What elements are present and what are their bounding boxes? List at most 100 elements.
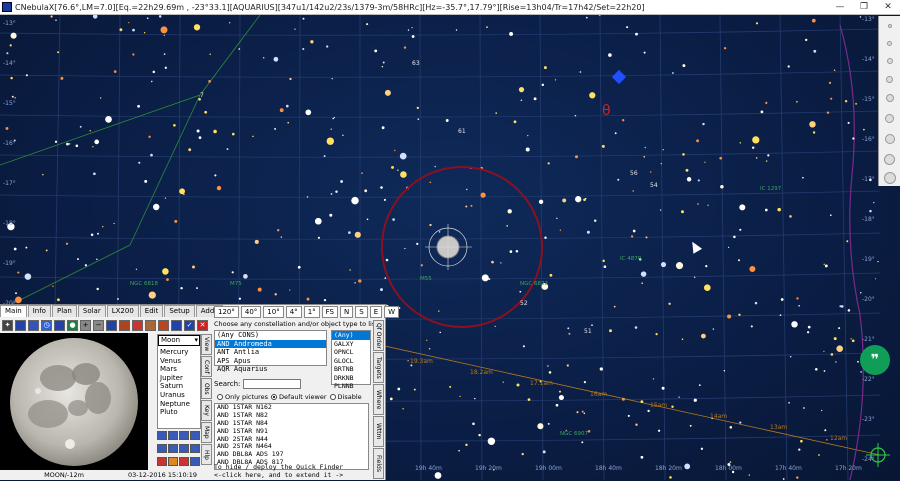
zoom-in-icon[interactable]: +: [80, 319, 91, 331]
tab-solar[interactable]: Solar: [77, 305, 106, 317]
tab-plan[interactable]: Plan: [51, 305, 77, 317]
chat-bubble-icon[interactable]: ❞: [860, 345, 890, 375]
zoom-out-icon[interactable]: −: [93, 319, 104, 331]
type-icon[interactable]: [179, 457, 189, 466]
book-icon[interactable]: [145, 319, 156, 331]
planet-item-jupiter[interactable]: Jupiter: [158, 374, 200, 383]
print-icon[interactable]: [158, 319, 169, 331]
type-item[interactable]: BRTNB: [332, 365, 370, 374]
planet-item-neptune[interactable]: Neptune: [158, 400, 200, 409]
tab-edit[interactable]: Edit: [139, 305, 164, 317]
chart-icon[interactable]: [15, 319, 26, 331]
map-icon[interactable]: [54, 319, 65, 331]
tab-setup[interactable]: Setup: [164, 305, 195, 317]
tab-main[interactable]: Main: [0, 305, 27, 317]
fov-button[interactable]: E: [369, 306, 383, 318]
pin-icon[interactable]: ✦: [2, 319, 13, 331]
disable-radio[interactable]: [329, 394, 336, 400]
minimize-button[interactable]: —: [828, 2, 852, 12]
mag-dot-icon[interactable]: [884, 172, 896, 184]
constellation-item[interactable]: AND Andromeda: [215, 339, 326, 348]
planet-select[interactable]: Moon: [158, 335, 200, 346]
nebula-marker[interactable]: θ: [602, 103, 611, 119]
mag-dot-icon[interactable]: [886, 94, 894, 102]
type-item[interactable]: (Any): [332, 331, 370, 340]
fov-button[interactable]: 1°: [303, 306, 320, 318]
type-icon[interactable]: [179, 431, 189, 440]
fov-button[interactable]: N: [340, 306, 354, 318]
type-icon[interactable]: [168, 444, 178, 453]
constellation-item[interactable]: AQR Aquarius: [215, 365, 326, 374]
type-icon[interactable]: [190, 444, 200, 453]
app-icon[interactable]: [2, 2, 12, 12]
type-item[interactable]: GLOCL: [332, 357, 370, 366]
mag-dot-icon[interactable]: [887, 41, 892, 46]
planet-list[interactable]: Moon MercuryVenusMarsJupiterSaturnUranus…: [157, 334, 201, 429]
side-tab-right[interactable]: Qf Order: [373, 320, 384, 351]
camera-icon[interactable]: [119, 319, 130, 331]
type-icon[interactable]: [157, 431, 167, 440]
check-icon[interactable]: ✓: [184, 319, 195, 331]
clock-icon[interactable]: ◷: [41, 319, 52, 331]
default-viewer-radio[interactable]: [271, 394, 278, 400]
type-icon[interactable]: [190, 431, 200, 440]
save-icon[interactable]: [171, 319, 182, 331]
close-icon[interactable]: ✕: [197, 319, 208, 331]
globe-icon[interactable]: ●: [67, 319, 78, 331]
type-item[interactable]: PLNNB: [332, 382, 370, 391]
planet-item-saturn[interactable]: Saturn: [158, 382, 200, 391]
type-icon[interactable]: [157, 457, 167, 466]
mag-dot-icon[interactable]: [884, 154, 895, 165]
side-tab-right[interactable]: Wttm: [373, 416, 384, 447]
mag-dot-icon[interactable]: [885, 134, 895, 144]
tab-lx200[interactable]: LX200: [106, 305, 139, 317]
maximize-button[interactable]: ❐: [852, 2, 876, 12]
side-tab-conf[interactable]: Conf: [201, 356, 212, 377]
galaxy-marker[interactable]: [611, 69, 627, 85]
type-icon[interactable]: [168, 457, 178, 466]
fov-button[interactable]: 10°: [263, 306, 284, 318]
close-button[interactable]: ✕: [876, 2, 900, 12]
mag-dot-icon[interactable]: [885, 114, 894, 123]
grid-icon[interactable]: [28, 319, 39, 331]
results-list[interactable]: AND 1STAR N162 AND 1STAR N82 AND 1STAR N84…: [214, 403, 369, 470]
side-tab-hlp[interactable]: Hlp: [201, 444, 212, 465]
mag-dot-icon[interactable]: [887, 58, 893, 64]
type-item[interactable]: DRKNB: [332, 374, 370, 383]
tab-info[interactable]: Info: [27, 305, 51, 317]
fov-button[interactable]: W: [384, 306, 400, 318]
fov-button[interactable]: 120°: [214, 306, 239, 318]
side-tab-view[interactable]: View: [201, 334, 212, 355]
type-item[interactable]: OPNCL: [332, 348, 370, 357]
type-icon[interactable]: [190, 457, 200, 466]
type-icon[interactable]: [157, 444, 167, 453]
constellation-item[interactable]: APS Apus: [215, 357, 326, 366]
stop-icon[interactable]: [132, 319, 143, 331]
mag-dot-icon[interactable]: [888, 24, 892, 28]
picture-icon[interactable]: [106, 319, 117, 331]
fov-button[interactable]: 4°: [285, 306, 302, 318]
side-tab-right[interactable]: Targets: [373, 352, 384, 383]
constellation-list[interactable]: (Any CONS) AND Andromeda ANT Antlia APS Apu…: [214, 330, 327, 373]
side-tab-map[interactable]: Map: [201, 422, 212, 443]
fov-button[interactable]: 40°: [240, 306, 262, 318]
side-tab-right[interactable]: Where: [373, 384, 384, 415]
object-type-list[interactable]: (Any) GALXY OPNCL GLOCL BRTNB DRKNB PLNNB: [331, 330, 371, 390]
constellation-item[interactable]: ANT Antlia: [215, 348, 326, 357]
planet-item-venus[interactable]: Venus: [158, 357, 200, 366]
planet-item-uranus[interactable]: Uranus: [158, 391, 200, 400]
fov-button[interactable]: FS: [321, 306, 339, 318]
planet-item-mars[interactable]: Mars: [158, 365, 200, 374]
fov-button[interactable]: S: [355, 306, 368, 318]
type-item[interactable]: GALXY: [332, 340, 370, 349]
side-tab-key[interactable]: Key: [201, 400, 212, 421]
only-pictures-radio[interactable]: [217, 394, 223, 400]
side-tab-obs[interactable]: Obs: [201, 378, 212, 399]
planet-item-pluto[interactable]: Pluto: [158, 408, 200, 417]
type-icon[interactable]: [179, 444, 189, 453]
constellation-item[interactable]: (Any CONS): [215, 331, 326, 340]
type-icon[interactable]: [168, 431, 178, 440]
search-input[interactable]: [243, 379, 302, 389]
mag-dot-icon[interactable]: [886, 76, 893, 83]
planet-item-mercury[interactable]: Mercury: [158, 348, 200, 357]
